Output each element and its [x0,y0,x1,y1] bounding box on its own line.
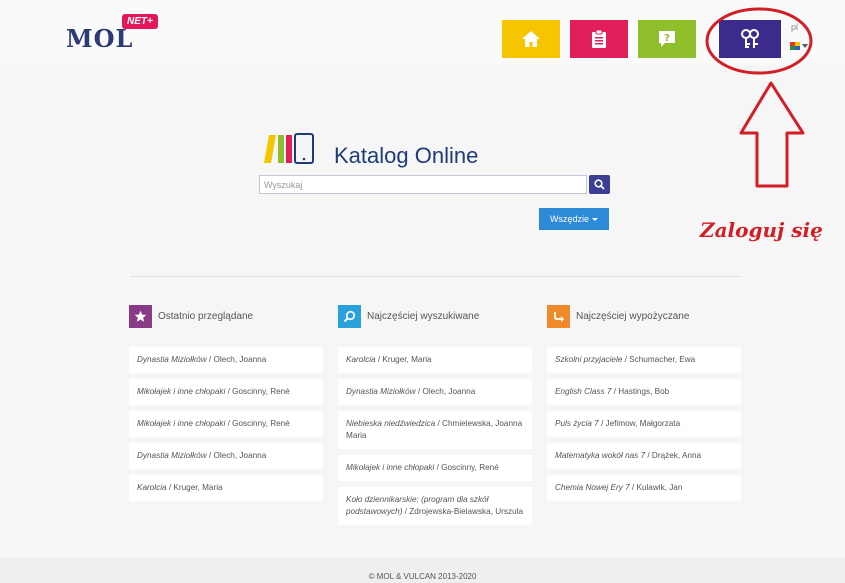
book-author: / Drążek, Anna [645,451,702,460]
book-author: / Goscinny, René [225,387,290,396]
most-borrowed-column: Najczęściej wypożyczane Szkolni przyjaci… [547,305,741,501]
book-author: / Zdrojewska-Bielawska, Urszula [402,507,524,516]
book-author: / Kulawik, Jan [629,483,683,492]
catalog-title: Katalog Online [334,143,479,168]
list-item[interactable]: Mikołajek i inne chłopaki / Goscinny, Re… [338,455,532,481]
search-input[interactable] [259,175,587,194]
book-title[interactable]: Mikołajek i inne chłopaki [346,463,434,472]
help-nav-button[interactable]: ? [638,20,696,58]
book-author: / Schumacher, Ewa [622,355,696,364]
column-header: Najczęściej wyszukiwane [338,305,532,331]
column-header: Ostatnio przeglądane [129,305,323,331]
book-title[interactable]: Mikołajek i inne chłopaki [137,419,225,428]
book-title[interactable]: Dynastia Miziołków [137,451,207,460]
list-item[interactable]: English Class 7 / Hastings, Bob [547,379,741,405]
search-icon [594,179,605,190]
book-author: / Olech, Joanna [206,355,267,364]
star-icon [129,305,152,328]
column-title: Najczęściej wypożyczane [576,311,690,322]
book-title[interactable]: Dynastia Miziołków [346,387,416,396]
book-author: / Hastings, Bob [611,387,670,396]
list-item[interactable]: Puls życia 7 / Jefimow, Małgorzata [547,411,741,437]
book-author: / Goscinny, René [434,463,499,472]
section-divider [130,276,741,277]
book-title[interactable]: Dynastia Miziołków [137,355,207,364]
book-title[interactable]: English Class 7 [555,387,611,396]
home-icon [522,31,540,47]
annotation-label: Zaloguj się [700,218,823,242]
list-item[interactable]: Chemia Nowej Ery 7 / Kulawik, Jan [547,475,741,501]
list-item[interactable]: Niebieska niedźwiedzica / Chmielewska, J… [338,411,532,449]
book-author: / Goscinny, René [225,419,290,428]
clipboard-icon [592,29,606,48]
logo-badge: NET+ [122,14,158,29]
footer-copyright: © MOL & VULCAN 2013-2020 [368,572,477,581]
search-scope-label: Wszędzie [549,214,589,224]
language-dropdown-icon[interactable] [802,44,808,48]
list-item[interactable]: Matematyka wokół nas 7 / Drążek, Anna [547,443,741,469]
search-scope-dropdown[interactable]: Wszędzie [539,208,609,230]
chevron-down-icon [592,217,598,221]
column-title: Najczęściej wyszukiwane [367,311,480,322]
help-icon: ? [659,31,675,47]
book-title[interactable]: Karolcia [346,355,376,364]
top-header: MOL NET+ ? pl [0,0,845,65]
book-author: / Olech, Joanna [206,451,267,460]
book-title[interactable]: Karolcia [137,483,167,492]
list-item[interactable]: Mikołajek i inne chłopaki / Goscinny, Re… [129,411,323,437]
most-searched-column: Najczęściej wyszukiwane Karolcia / Kruge… [338,305,532,525]
list-item[interactable]: Dynastia Miziołków / Olech, Joanna [338,379,532,405]
annotation-arrow-icon [739,81,805,188]
list-item[interactable]: Dynastia Miziołków / Olech, Joanna [129,443,323,469]
book-title[interactable]: Chemia Nowej Ery 7 [555,483,630,492]
list-item[interactable]: Karolcia / Kruger, Maria [129,475,323,501]
keys-icon [741,29,759,48]
list-item[interactable]: Mikołajek i inne chłopaki / Goscinny, Re… [129,379,323,405]
book-title[interactable]: Niebieska niedźwiedzica [346,419,435,428]
book-author: / Kruger, Maria [166,483,223,492]
list-item[interactable]: Dynastia Miziołków / Olech, Joanna [129,347,323,373]
home-nav-button[interactable] [502,20,560,58]
book-author: / Jefimow, Małgorzata [598,419,681,428]
return-arrow-icon [547,305,570,328]
login-nav-button[interactable] [719,20,781,58]
column-header: Najczęściej wypożyczane [547,305,741,331]
svg-text:?: ? [664,33,670,44]
search-button[interactable] [589,175,610,194]
catalog-nav-button[interactable] [570,20,628,58]
book-author: / Olech, Joanna [415,387,476,396]
language-flag-icon[interactable] [790,42,800,50]
book-title[interactable]: Matematyka wokół nas 7 [555,451,645,460]
recently-viewed-column: Ostatnio przeglądane Dynastia Miziołków … [129,305,323,501]
list-item[interactable]: Karolcia / Kruger, Maria [338,347,532,373]
list-item[interactable]: Koło dziennikarskie: (program dla szkół … [338,487,532,525]
search-icon [338,305,361,328]
book-title[interactable]: Puls życia 7 [555,419,599,428]
book-title[interactable]: Szkolni przyjaciele [555,355,622,364]
footer: © MOL & VULCAN 2013-2020 [0,558,845,583]
language-label[interactable]: pl [791,22,798,32]
mol-logo[interactable]: MOL NET+ [66,14,158,53]
catalog-books-icon [264,133,314,164]
book-author: / Kruger, Maria [375,355,432,364]
list-item[interactable]: Szkolni przyjaciele / Schumacher, Ewa [547,347,741,373]
column-title: Ostatnio przeglądane [158,311,254,322]
book-title[interactable]: Mikołajek i inne chłopaki [137,387,225,396]
